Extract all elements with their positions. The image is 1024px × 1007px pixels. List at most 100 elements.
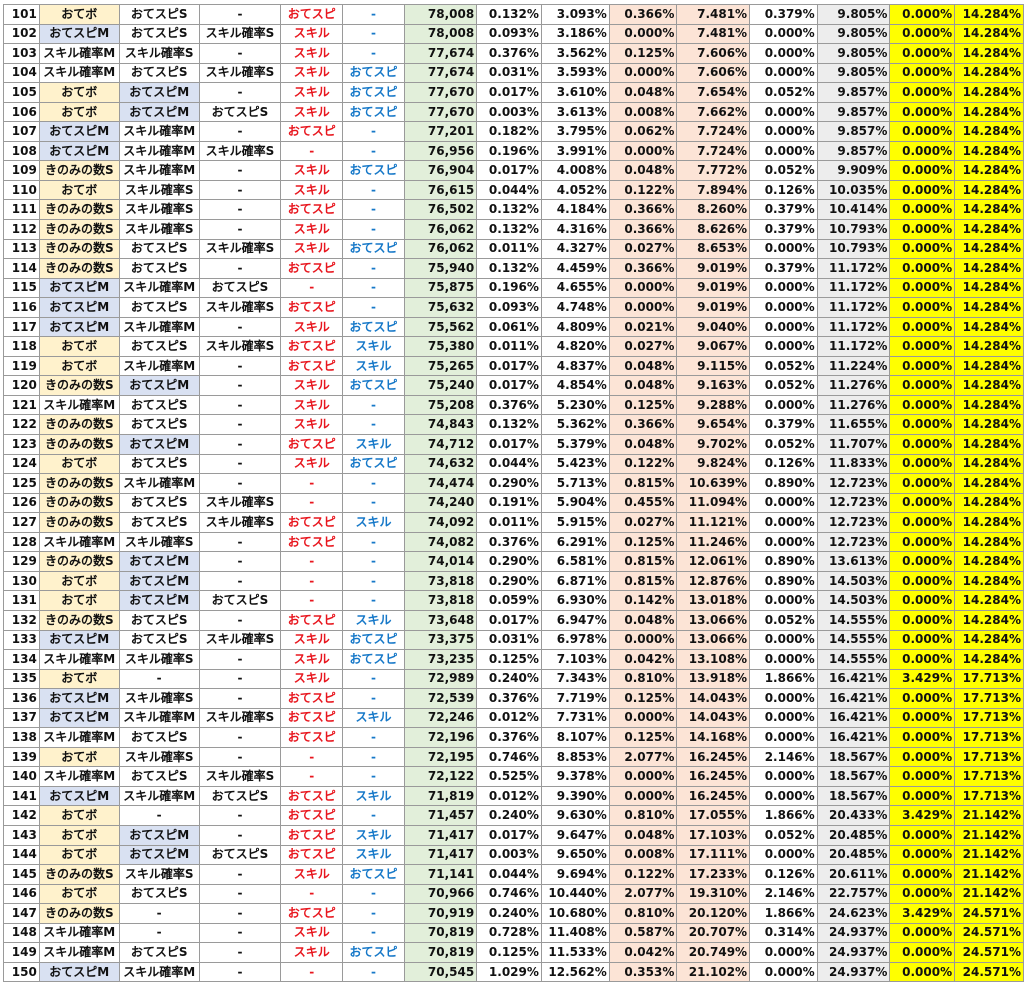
cell-skill-2: スキル確率S [118,531,200,553]
cell-rate-c: 0.126% [749,864,818,885]
cell-rate-a: 0.011% [476,238,542,260]
cell-option-4: スキル [280,23,344,45]
cell-skill-2: おてスピS [118,883,200,905]
cell-rate-c: 2.146% [749,883,818,905]
cell-row-number: 129 [3,551,40,572]
cell-rate-a: 0.044% [476,179,542,201]
cell-skill-3: おてスピS [198,101,282,123]
cell-row-number: 148 [3,922,40,944]
cell-option-5: - [342,258,405,279]
cell-row-number: 130 [3,570,40,592]
cell-cumulative-b: 8.260% [676,199,751,221]
cell-cumulative-d: 21.142% [954,883,1024,905]
cell-cumulative-b: 9.824% [676,453,751,475]
cell-score: 73,648 [403,609,478,631]
cell-skill-3: スキル確率S [198,23,282,45]
cell-option-5: スキル [342,609,405,631]
cell-rate-d: 0.000% [889,609,956,631]
cell-skill-1: おてボ [38,82,120,103]
cell-option-4: おてスピ [280,707,344,729]
cell-option-4: スキル [280,316,344,338]
cell-skill-2: スキル確率S [118,688,200,709]
cell-cumulative-c: 9.805% [816,43,891,64]
cell-cumulative-b: 16.245% [676,746,751,768]
cell-skill-1: スキル確率M [38,43,120,64]
cell-cumulative-c: 10.414% [816,199,891,221]
cell-skill-3: - [198,179,282,201]
table-row: 108 おてスピM スキル確率M スキル確率S - -76,956 0.196% 3.991%… [3,140,1024,162]
cell-score: 75,632 [403,297,478,318]
cell-cumulative-c: 9.857% [816,140,891,162]
cell-rate-a: 0.017% [476,355,542,377]
cell-score: 74,240 [403,492,478,514]
cell-rate-b: 0.048% [608,434,678,455]
cell-option-4: おてスピ [280,297,344,318]
cell-skill-2: スキル確率M [118,160,200,181]
cell-rate-a: 0.728% [476,922,542,944]
table-row: 145 きのみの数S スキル確率S - スキル おてスピ 71,141 0.044% 9.694… [3,864,1024,885]
cell-skill-2: おてスピM [118,434,200,455]
cell-rate-c: 0.000% [749,942,818,963]
table-row: 133 おてスピM おてスピS スキル確率S スキル おてスピ 73,375 0.031% 6.… [3,629,1024,651]
cell-score: 78,008 [403,4,478,25]
cell-cumulative-d: 21.142% [954,844,1024,866]
cell-score: 76,956 [403,140,478,162]
cell-score: 73,818 [403,590,478,611]
cell-skill-1: スキル確率M [38,62,120,84]
cell-cumulative-d: 14.284% [954,277,1024,299]
cell-cumulative-a: 9.630% [540,805,610,826]
cell-rate-d: 0.000% [889,824,956,846]
table-row: 109 きのみの数S スキル確率M - スキル おてスピ 76,904 0.017% 4.008… [3,160,1024,181]
cell-rate-c: 0.000% [749,707,818,729]
cell-rate-b: 0.455% [608,492,678,514]
cell-cumulative-a: 7.343% [540,668,610,690]
table-row: 139 おてボ スキル確率S - - -72,195 0.746% 8.853% 2.077% 1… [3,746,1024,768]
cell-rate-c: 0.000% [749,531,818,553]
cell-skill-2: スキル確率S [118,746,200,768]
cell-cumulative-a: 5.904% [540,492,610,514]
cell-option-5: スキル [342,434,405,455]
cell-rate-c: 0.000% [749,43,818,64]
cell-row-number: 126 [3,492,40,514]
cell-rate-b: 0.048% [608,355,678,377]
cell-skill-2: - [118,805,200,826]
cell-cumulative-b: 11.246% [676,531,751,553]
cell-skill-1: きのみの数S [38,609,120,631]
cell-cumulative-b: 7.606% [676,43,751,64]
cell-row-number: 123 [3,434,40,455]
cell-rate-a: 0.093% [476,297,542,318]
cell-skill-2: スキル確率M [118,961,200,983]
cell-rate-d: 0.000% [889,961,956,983]
cell-row-number: 113 [3,238,40,260]
cell-cumulative-d: 14.284% [954,4,1024,25]
cell-score: 73,235 [403,649,478,670]
cell-rate-b: 2.077% [608,746,678,768]
cell-rate-c: 1.866% [749,668,818,690]
cell-rate-b: 0.142% [608,590,678,611]
cell-rate-c: 0.379% [749,219,818,240]
cell-cumulative-b: 17.233% [676,864,751,885]
cell-skill-3: - [198,199,282,221]
cell-option-4: おてスピ [280,355,344,377]
cell-skill-3: - [198,824,282,846]
cell-cumulative-a: 7.731% [540,707,610,729]
cell-rate-b: 0.815% [608,570,678,592]
table-row: 137 おてスピM スキル確率M スキル確率S おてスピ スキル 72,246 0.012% 7… [3,707,1024,729]
cell-rate-a: 0.376% [476,531,542,553]
table-row: 143 おてボ おてスピM - おてスピ スキル 71,417 0.017% 9.647% 0.0… [3,824,1024,846]
cell-row-number: 145 [3,864,40,885]
cell-cumulative-d: 14.284% [954,414,1024,436]
cell-cumulative-a: 3.093% [540,4,610,25]
cell-score: 70,819 [403,942,478,963]
cell-skill-3: - [198,864,282,885]
cell-rate-c: 0.890% [749,551,818,572]
table-row: 129 きのみの数S おてスピM - - -74,014 0.290% 6.581% 0.815… [3,551,1024,572]
cell-option-5: - [342,297,405,318]
cell-cumulative-a: 6.871% [540,570,610,592]
cell-skill-1: おてボ [38,179,120,201]
cell-cumulative-b: 7.654% [676,82,751,103]
cell-option-4: スキル [280,219,344,240]
cell-rate-a: 0.376% [476,688,542,709]
cell-cumulative-a: 10.680% [540,903,610,924]
cell-cumulative-a: 5.423% [540,453,610,475]
